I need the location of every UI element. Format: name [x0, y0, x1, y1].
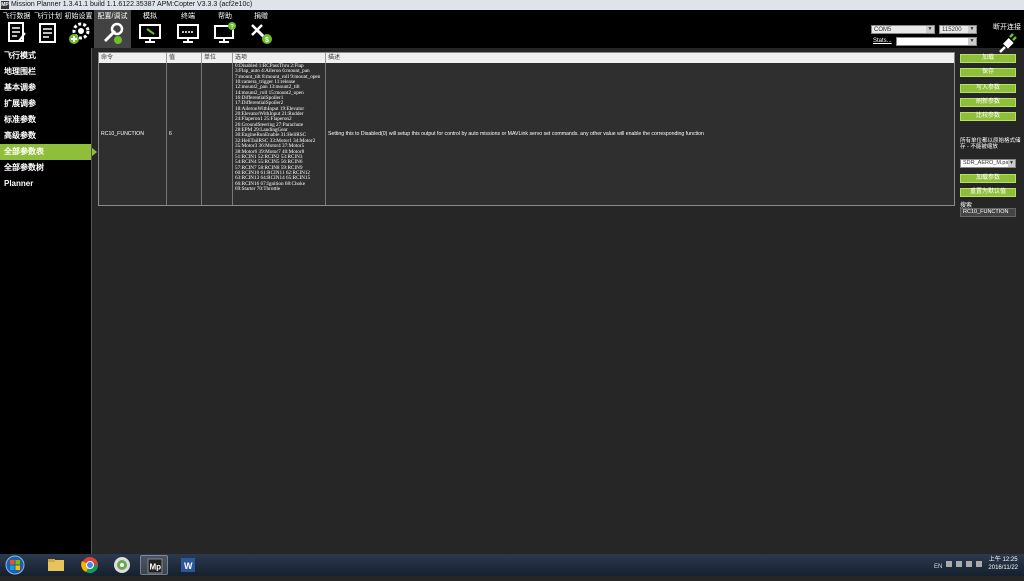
- param-units-cell: [202, 63, 233, 205]
- donate-icon: $: [251, 24, 272, 44]
- taskbar-explorer[interactable]: [42, 555, 70, 575]
- sidebar-item-full-param-tree[interactable]: 全部参数树: [0, 160, 91, 176]
- taskbar-mission-planner[interactable]: Mp: [140, 555, 168, 575]
- folder-icon: [48, 559, 64, 571]
- param-options-cell: 0:Disabled 1:RCPassThru 2:Flap 3:Flap_aut…: [233, 63, 326, 205]
- svg-text:W: W: [184, 561, 193, 571]
- option-line: 69:Starter 70:Throttle: [235, 185, 281, 192]
- stats-link[interactable]: Stats...: [873, 38, 892, 44]
- search-input[interactable]: RC10_FUNCTION: [960, 208, 1016, 217]
- column-header-units[interactable]: 单位: [202, 53, 233, 63]
- disconnect-button[interactable]: 断开连接: [990, 20, 1024, 58]
- param-value-cell[interactable]: 6: [167, 63, 202, 205]
- title-bar: MP Mission Planner 1.3.41.1 build 1.1.61…: [0, 0, 1024, 10]
- chevron-down-icon: ▼: [1008, 160, 1015, 167]
- baud-rate-select[interactable]: 115200 ▼: [939, 25, 977, 34]
- save-button[interactable]: 保存: [960, 68, 1016, 77]
- flight-plan-icon: [39, 23, 56, 43]
- tab-flight-plan[interactable]: 飞行计划: [33, 10, 63, 48]
- compare-params-button[interactable]: 比较参数: [960, 112, 1016, 121]
- chevron-down-icon: ▼: [968, 26, 976, 33]
- param-table: 命令 值 单位 选项 描述 RC10_FUNCTION 6 0:Disabled…: [98, 52, 955, 206]
- sidebar-divider: [91, 48, 92, 554]
- com-port-select[interactable]: COM5 ▼: [871, 25, 935, 34]
- sidebar-item-extended-tuning[interactable]: 扩展调参: [0, 96, 91, 112]
- load-button[interactable]: 加载: [960, 54, 1016, 63]
- initial-setup-icon: [68, 22, 89, 44]
- column-header-options[interactable]: 选项: [233, 53, 326, 63]
- sidebar-item-advanced-params[interactable]: 高级参数: [0, 128, 91, 144]
- tray-icons: [946, 561, 982, 567]
- write-params-button[interactable]: 写入参数: [960, 84, 1016, 93]
- svg-text:?: ?: [230, 25, 234, 31]
- param-table-header: 命令 值 单位 选项 描述: [99, 53, 954, 63]
- column-header-command[interactable]: 命令: [99, 53, 167, 63]
- svg-text:Mp: Mp: [150, 563, 162, 572]
- help-icon: ?: [214, 22, 236, 43]
- taskbar-word[interactable]: W: [174, 555, 202, 575]
- load-preset-button[interactable]: 加载参数: [960, 174, 1016, 183]
- config-tuning-icon: [103, 22, 123, 44]
- tab-simulation[interactable]: 模拟: [131, 10, 169, 48]
- window-title: Mission Planner 1.3.41.1 build 1.1.6122.…: [11, 1, 253, 8]
- chevron-down-icon: ▼: [968, 38, 976, 45]
- param-command-cell: RC10_FUNCTION: [99, 63, 167, 205]
- sidebar-item-flight-modes[interactable]: 飞行模式: [0, 48, 91, 64]
- chrome-icon: [81, 557, 99, 574]
- tab-config-tuning[interactable]: 配置/调试: [94, 10, 131, 48]
- main-toolbar: 飞行数据 飞行计划 初始设置 配置/调试 模拟 终端 帮助 ? 捐赠 $ COM…: [0, 10, 1024, 53]
- start-orb-icon[interactable]: [2, 555, 28, 575]
- taskbar-clock[interactable]: 上午 12:25 2016/11/22: [988, 556, 1018, 572]
- param-file-select[interactable]: SDR_AERO_M.pa... ▼: [960, 159, 1016, 168]
- system-tray[interactable]: EN: [934, 560, 984, 570]
- stats-select[interactable]: ▼: [896, 37, 977, 46]
- chevron-down-icon: ▼: [926, 26, 934, 33]
- column-header-description[interactable]: 描述: [326, 53, 954, 63]
- table-row[interactable]: RC10_FUNCTION 6 0:Disabled 1:RCPassThru …: [99, 63, 954, 205]
- media-center-icon: [114, 557, 130, 573]
- word-icon: W: [181, 558, 195, 572]
- refresh-params-button[interactable]: 刷新参数: [960, 98, 1016, 107]
- svg-text:$: $: [265, 37, 269, 44]
- app-icon: MP: [1, 1, 9, 9]
- config-sidebar: 飞行模式 地理围栏 基本调参 扩展调参 标准参数 高级参数 全部参数表 全部参数…: [0, 48, 97, 554]
- sidebar-item-full-param-list[interactable]: 全部参数表: [0, 144, 97, 160]
- plug-icon: [999, 33, 1017, 53]
- tab-flight-data[interactable]: 飞行数据: [0, 10, 33, 48]
- taskbar: Mp W EN 上午 12:25 2016/11/22: [0, 554, 1024, 576]
- tab-donate[interactable]: 捐赠 $: [243, 10, 279, 48]
- tab-terminal[interactable]: 终端: [169, 10, 207, 48]
- param-description-cell: Setting this to Disabled(0) will setup t…: [328, 131, 704, 137]
- taskbar-media-center[interactable]: [108, 555, 136, 575]
- sidebar-item-geofence[interactable]: 地理围栏: [0, 64, 91, 80]
- sidebar-item-basic-tuning[interactable]: 基本调参: [0, 80, 91, 96]
- flight-data-icon: [7, 22, 26, 42]
- simulation-icon: [139, 24, 161, 43]
- reset-default-button[interactable]: 重置为默认值: [960, 188, 1016, 197]
- column-header-value[interactable]: 值: [167, 53, 202, 63]
- sidebar-item-standard-params[interactable]: 标准参数: [0, 112, 91, 128]
- units-note: 所有单位都以原始格式储存 - 不能被缩放: [960, 138, 1021, 150]
- taskbar-chrome[interactable]: [76, 555, 104, 575]
- mission-planner-icon: Mp: [147, 558, 163, 574]
- terminal-icon: [177, 24, 199, 43]
- tab-initial-setup[interactable]: 初始设置: [63, 10, 94, 48]
- sidebar-item-planner[interactable]: Planner: [0, 176, 91, 192]
- tab-help[interactable]: 帮助 ?: [207, 10, 243, 48]
